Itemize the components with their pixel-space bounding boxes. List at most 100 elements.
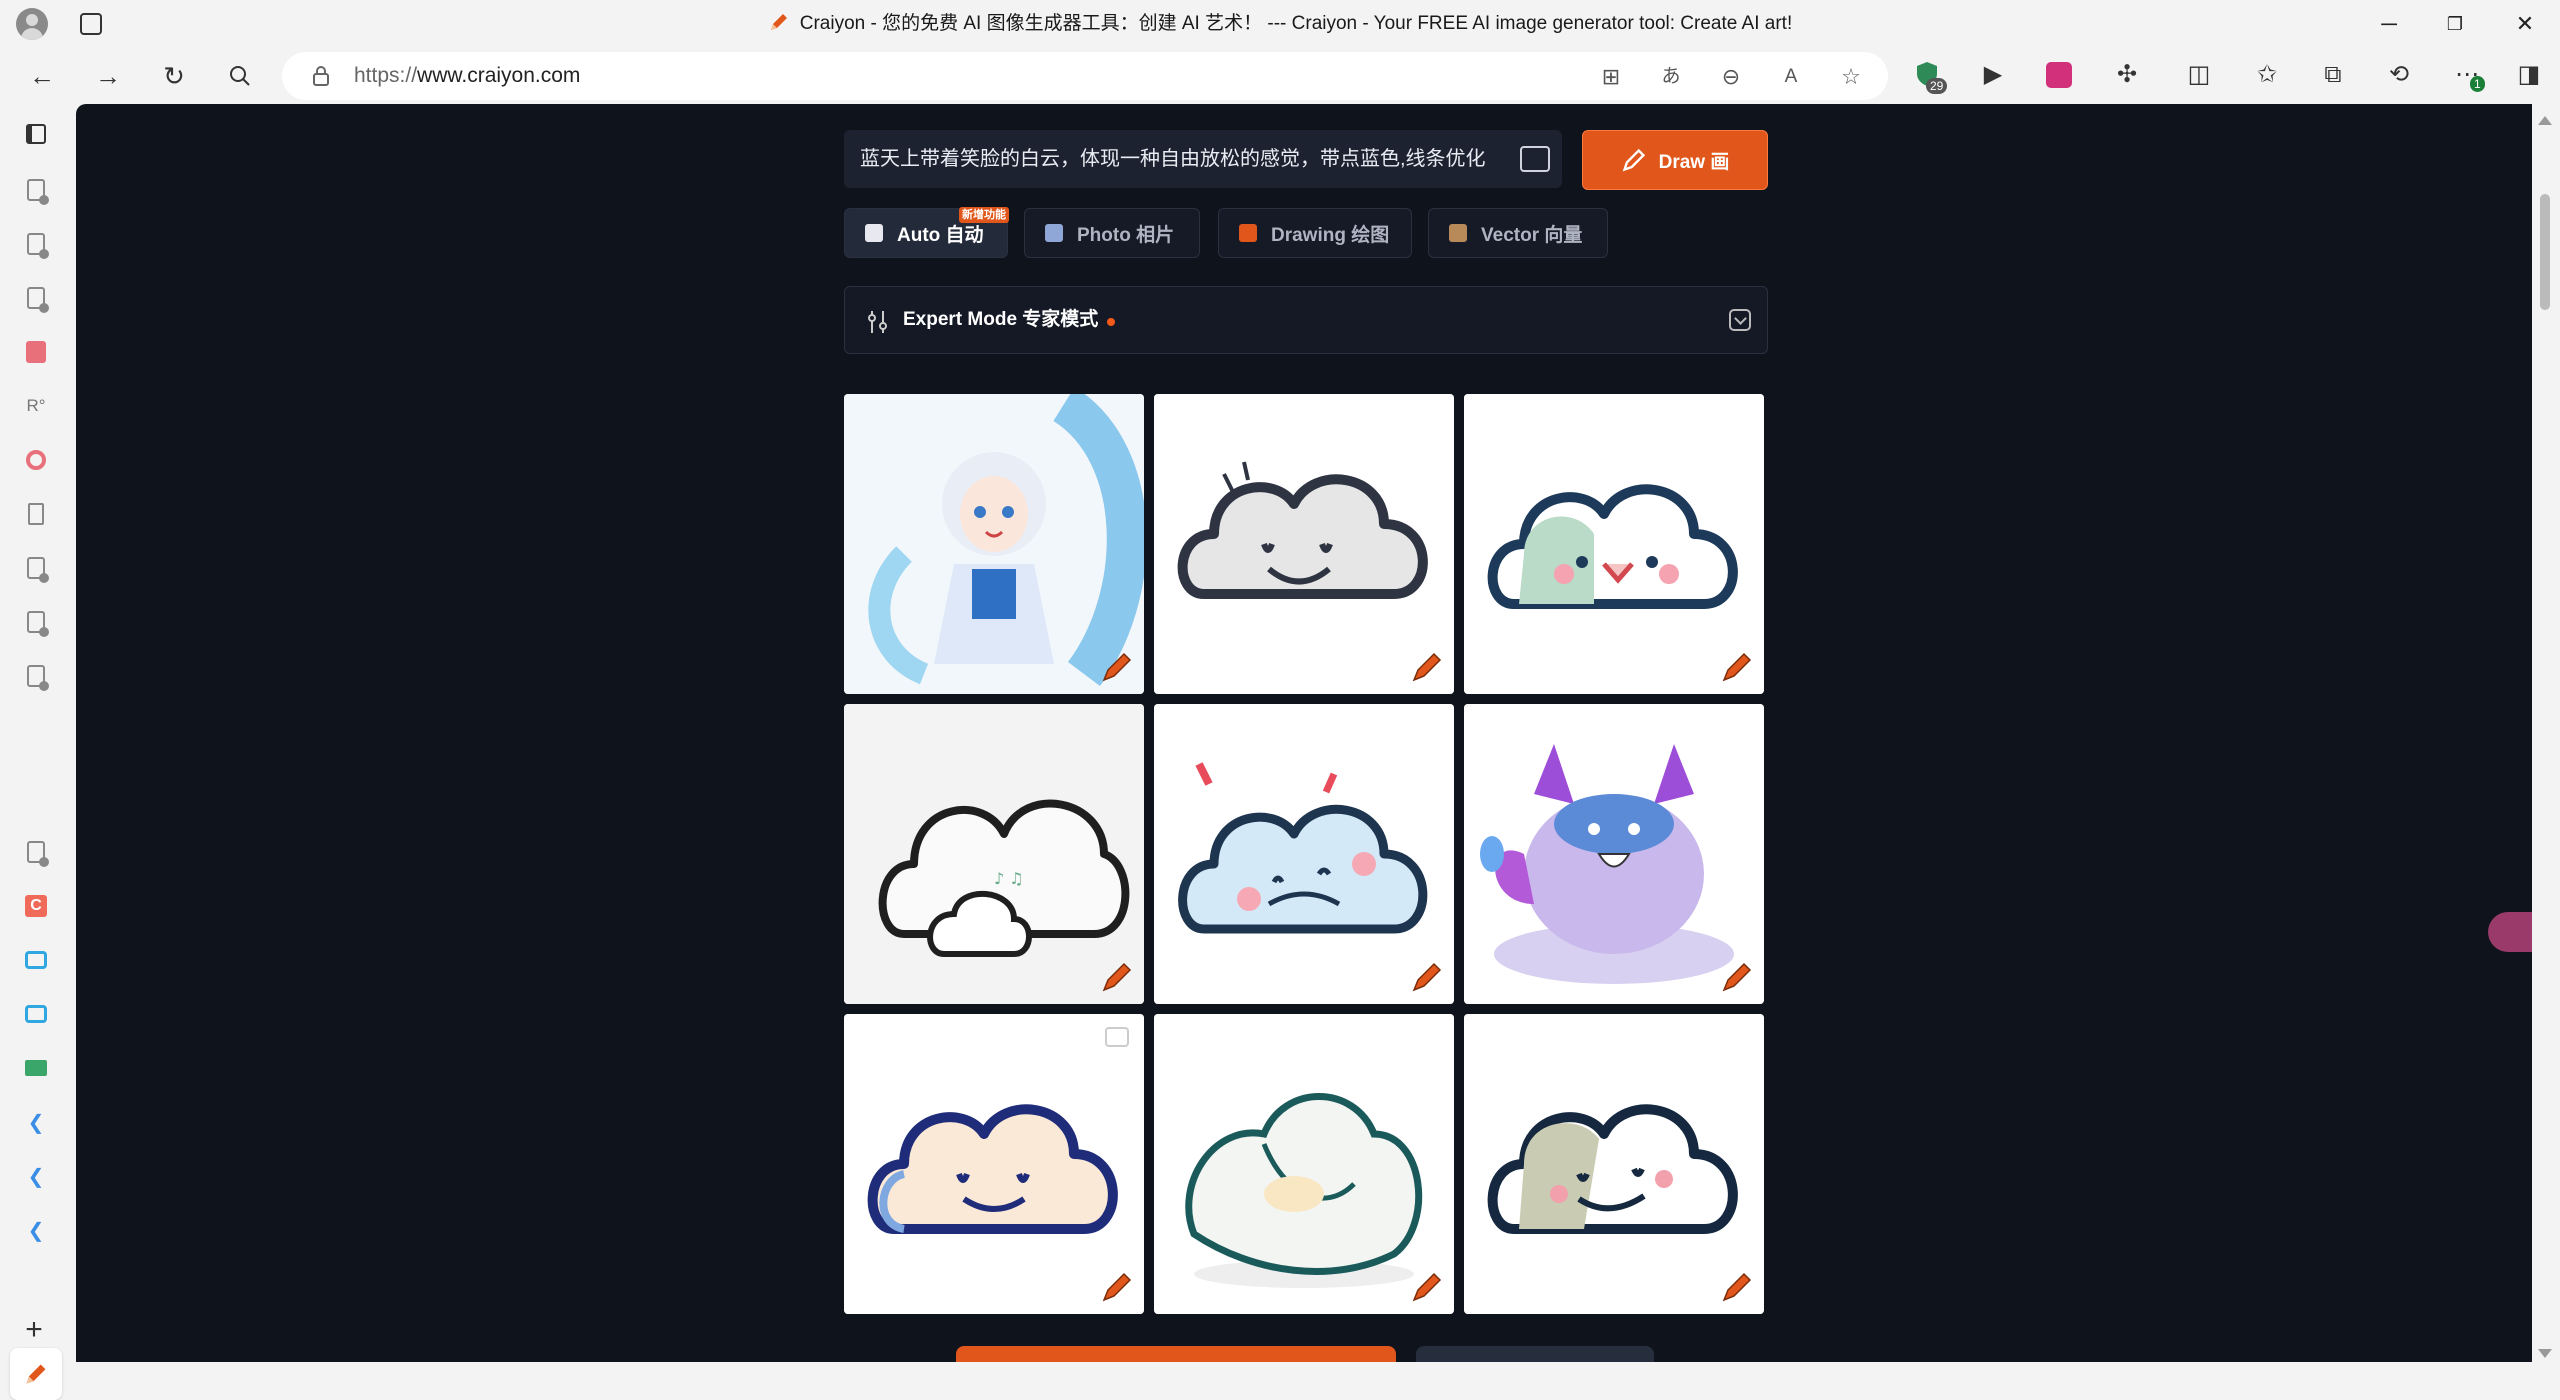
flag-app-icon[interactable]: [22, 1054, 50, 1082]
history-icon[interactable]: ⟲: [2384, 60, 2414, 90]
craiyon-favicon-icon: [770, 14, 787, 30]
sliders-icon: [868, 311, 887, 333]
result-image-cloud-8[interactable]: [1154, 1014, 1454, 1314]
result-image-cloud-4[interactable]: ♪ ♫: [844, 704, 1144, 1004]
forward-icon[interactable]: →: [88, 56, 128, 96]
edit-pencil-icon[interactable]: [1410, 960, 1444, 994]
blue-arrow-app-icon[interactable]: ❮: [22, 1108, 50, 1136]
result-image-anime-girl[interactable]: [844, 394, 1144, 694]
prompt-input[interactable]: 蓝天上带着笑脸的白云，体现一种自由放松的感觉，带点蓝色,线条优化: [844, 130, 1562, 188]
result-image-cloud-5[interactable]: [1154, 704, 1454, 1004]
svg-text:♪ ♫: ♪ ♫: [994, 869, 1024, 888]
collections-icon[interactable]: ⧉: [2318, 60, 2348, 90]
back-icon[interactable]: ←: [22, 56, 62, 96]
tab-drawing[interactable]: Drawing 绘图: [1218, 208, 1412, 258]
page-viewport: 蓝天上带着笑脸的白云，体现一种自由放松的感觉，带点蓝色,线条优化 Draw 画 …: [76, 104, 2532, 1362]
extension-shield-icon[interactable]: 29: [1912, 60, 1948, 94]
zoom-out-icon[interactable]: ⊖: [1718, 64, 1744, 90]
translate-icon[interactable]: あ: [1658, 64, 1684, 90]
tab-auto[interactable]: Auto 自动 新增功能: [844, 207, 1009, 258]
page-scrollbar[interactable]: [2532, 104, 2560, 1368]
sidebar-doc-icon[interactable]: [22, 554, 50, 583]
secondary-action-button[interactable]: [1416, 1346, 1654, 1362]
url-text[interactable]: https://www.craiyon.com: [354, 52, 580, 100]
new-feature-badge: 新增功能: [959, 207, 1009, 223]
lock-icon[interactable]: [312, 66, 330, 86]
chevron-down-icon[interactable]: [1729, 309, 1751, 331]
workspaces-icon[interactable]: [80, 13, 102, 35]
pink-extension-icon[interactable]: [2044, 60, 2074, 90]
restore-button[interactable]: ❐: [2420, 0, 2490, 48]
auto-icon: [865, 224, 883, 242]
bilibili-icon[interactable]: [22, 1000, 50, 1028]
result-image-creature[interactable]: [1464, 704, 1764, 1004]
play-extension-icon[interactable]: ▶: [1978, 60, 2008, 90]
scroll-up-icon[interactable]: [2538, 116, 2552, 125]
sidebar-doc-icon[interactable]: [22, 662, 50, 691]
sidebar-doc-icon[interactable]: [22, 284, 50, 313]
sidebar-doc-icon[interactable]: [22, 176, 50, 205]
favorite-star-icon[interactable]: ☆: [1838, 64, 1864, 90]
tab-vector[interactable]: Vector 向量: [1428, 208, 1608, 258]
search-icon[interactable]: [220, 56, 260, 96]
primary-action-button[interactable]: [956, 1346, 1396, 1362]
pdf-icon[interactable]: [22, 338, 50, 366]
r-app-icon[interactable]: R°: [22, 392, 50, 420]
file-icon[interactable]: [22, 500, 50, 528]
more-options-icon[interactable]: ⋯ 1: [2452, 60, 2485, 92]
draw-button[interactable]: Draw 画: [1582, 130, 1768, 190]
draw-label: Draw 画: [1658, 151, 1730, 173]
purple-creature-image: [1464, 704, 1764, 1004]
scroll-down-icon[interactable]: [2538, 1349, 2552, 1358]
c-app-icon[interactable]: C: [22, 892, 50, 920]
blue-arrow-app-icon[interactable]: ❮: [22, 1216, 50, 1244]
refresh-icon[interactable]: ↻: [154, 56, 194, 96]
bilibili-icon[interactable]: [22, 946, 50, 974]
anime-girl-image: [844, 394, 1144, 694]
sidebar-toggle-icon[interactable]: ◨: [2514, 60, 2544, 90]
result-image-cloud-2[interactable]: [1154, 394, 1454, 694]
teal-shell-cloud-image: [1154, 1014, 1454, 1314]
edit-pencil-icon[interactable]: [1720, 960, 1754, 994]
tab-actions-icon[interactable]: [22, 120, 50, 148]
app-available-icon[interactable]: ⊞: [1598, 64, 1624, 90]
edit-pencil-icon[interactable]: [1720, 1270, 1754, 1304]
close-button[interactable]: ✕: [2490, 0, 2560, 48]
result-image-cloud-7[interactable]: [844, 1014, 1144, 1314]
drawing-icon: [1239, 224, 1257, 242]
edit-pencil-icon[interactable]: [1100, 1270, 1134, 1304]
tab-vector-label: Vector 向量: [1481, 224, 1583, 246]
vector-icon: [1449, 224, 1467, 242]
tab-photo[interactable]: Photo 相片: [1024, 208, 1200, 258]
image-upload-icon[interactable]: [1520, 146, 1550, 172]
sidebar-doc-icon[interactable]: [22, 230, 50, 259]
prompt-text[interactable]: 蓝天上带着笑脸的白云，体现一种自由放松的感觉，带点蓝色,线条优化: [860, 130, 1486, 188]
add-app-icon[interactable]: +: [20, 1313, 48, 1346]
smiling-cloud-image: [1154, 394, 1454, 694]
red-circle-app-icon[interactable]: [22, 446, 50, 474]
edit-pencil-icon[interactable]: [1410, 1270, 1444, 1304]
read-aloud-icon[interactable]: A: [1778, 64, 1804, 90]
edit-pencil-icon[interactable]: [1100, 650, 1134, 684]
floating-extension-widget[interactable]: [2488, 912, 2532, 952]
profile-avatar[interactable]: [16, 8, 48, 40]
favorites-icon[interactable]: ✩: [2252, 60, 2282, 90]
edit-pencil-icon[interactable]: [1720, 650, 1754, 684]
green-cloud-image: [1464, 394, 1764, 694]
navigation-bar: ← → ↻ https://www.craiyon.com ⊞ あ ⊖ A ☆ …: [0, 48, 2560, 104]
craiyon-sidebar-icon[interactable]: [10, 1348, 62, 1400]
pencil-icon: [1622, 148, 1645, 172]
result-image-cloud-3[interactable]: [1464, 394, 1764, 694]
edit-pencil-icon[interactable]: [1100, 960, 1134, 994]
result-image-cloud-9[interactable]: [1464, 1014, 1764, 1314]
expert-mode-panel[interactable]: Expert Mode 专家模式: [844, 286, 1768, 354]
sidebar-doc-icon[interactable]: [22, 608, 50, 637]
minimize-button[interactable]: ─: [2354, 0, 2424, 48]
split-screen-icon[interactable]: ◫: [2184, 60, 2214, 90]
address-bar[interactable]: https://www.craiyon.com ⊞ あ ⊖ A ☆: [282, 52, 1888, 100]
sidebar-doc-icon[interactable]: [22, 838, 50, 867]
edit-pencil-icon[interactable]: [1410, 650, 1444, 684]
scrollbar-thumb[interactable]: [2540, 194, 2550, 310]
blue-arrow-app-icon[interactable]: ❮: [22, 1162, 50, 1190]
extensions-puzzle-icon[interactable]: ✣: [2112, 60, 2142, 90]
